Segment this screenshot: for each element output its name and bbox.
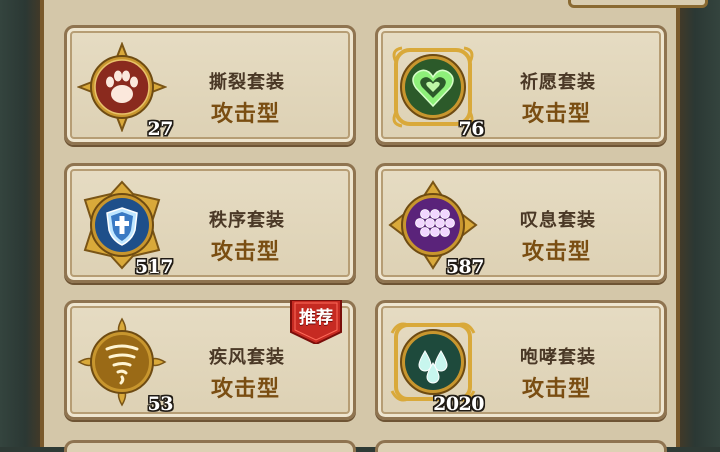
background-right: [674, 0, 720, 447]
next-row-card-edge: [64, 440, 356, 452]
set-card-tearing[interactable]: 27 撕裂套装 攻击型: [64, 25, 356, 145]
set-name: 撕裂套装: [209, 72, 285, 93]
set-name: 叹息套装: [520, 210, 596, 231]
set-type: 攻击型: [522, 102, 592, 127]
set-type: 攻击型: [211, 377, 281, 402]
set-card-gale[interactable]: 53 疾风套装 攻击型 推荐: [64, 300, 356, 420]
set-type: 攻击型: [522, 240, 592, 265]
set-type: 攻击型: [211, 240, 281, 265]
owned-count: 2020: [433, 393, 484, 415]
set-type: 攻击型: [522, 377, 592, 402]
owned-count: 517: [134, 256, 174, 278]
set-card-order[interactable]: 517 秩序套装 攻击型: [64, 163, 356, 283]
set-name: 祈愿套装: [520, 72, 596, 93]
owned-count: 587: [445, 256, 485, 278]
set-card-roar[interactable]: 2020 咆哮套装 攻击型: [375, 300, 667, 420]
owned-count: 27: [147, 118, 174, 140]
recommended-badge: 推荐: [289, 300, 343, 344]
set-name: 咆哮套装: [520, 347, 596, 368]
owned-count: 76: [458, 118, 485, 140]
top-tab[interactable]: [568, 0, 708, 8]
next-row-card-edge: [375, 440, 667, 452]
set-card-prayer[interactable]: 76 祈愿套装 攻击型: [375, 25, 667, 145]
owned-count: 53: [147, 393, 174, 415]
set-name: 秩序套装: [209, 210, 285, 231]
badge-label: 推荐: [299, 308, 333, 328]
set-type: 攻击型: [211, 102, 281, 127]
set-name: 疾风套装: [209, 347, 285, 368]
set-card-sigh[interactable]: 587 叹息套装 攻击型: [375, 163, 667, 283]
